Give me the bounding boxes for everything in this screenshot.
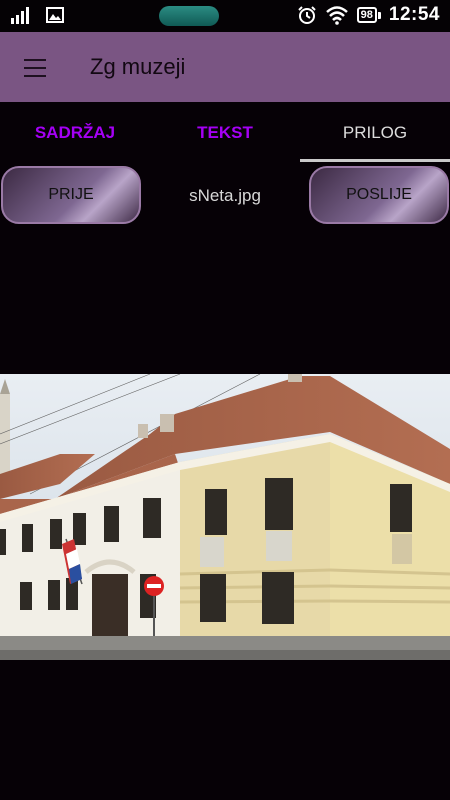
attachment-image xyxy=(0,374,450,660)
status-bar-left xyxy=(10,6,64,24)
alarm-icon xyxy=(297,6,316,24)
previous-button[interactable]: PRIJE xyxy=(1,166,141,224)
status-bar-right: 98 12:54 xyxy=(297,4,440,26)
battery-icon: 98 xyxy=(356,7,381,23)
tab-sadrzaj[interactable]: SADRŽAJ xyxy=(0,102,150,162)
menu-icon[interactable] xyxy=(18,51,52,83)
tab-tekst[interactable]: TEKST xyxy=(150,102,300,162)
attachment-navigation: PRIJE sNeta.jpg POSLIJE xyxy=(0,162,450,228)
next-button[interactable]: POSLIJE xyxy=(309,166,449,224)
image-icon xyxy=(46,7,64,23)
status-bar: 98 12:54 xyxy=(0,0,450,32)
call-indicator-pill xyxy=(159,6,219,26)
signal-icon xyxy=(11,7,29,24)
app-toolbar: Zg muzeji xyxy=(0,32,450,102)
status-clock: 12:54 xyxy=(388,4,440,25)
attachment-file-name: sNeta.jpg xyxy=(189,186,261,205)
tab-prilog[interactable]: PRILOG xyxy=(300,102,450,162)
app-title: Zg muzeji xyxy=(90,54,186,79)
tab-bar: SADRŽAJ TEKST PRILOG xyxy=(0,102,450,162)
wifi-icon xyxy=(325,6,348,25)
battery-level: 98 xyxy=(356,7,377,23)
